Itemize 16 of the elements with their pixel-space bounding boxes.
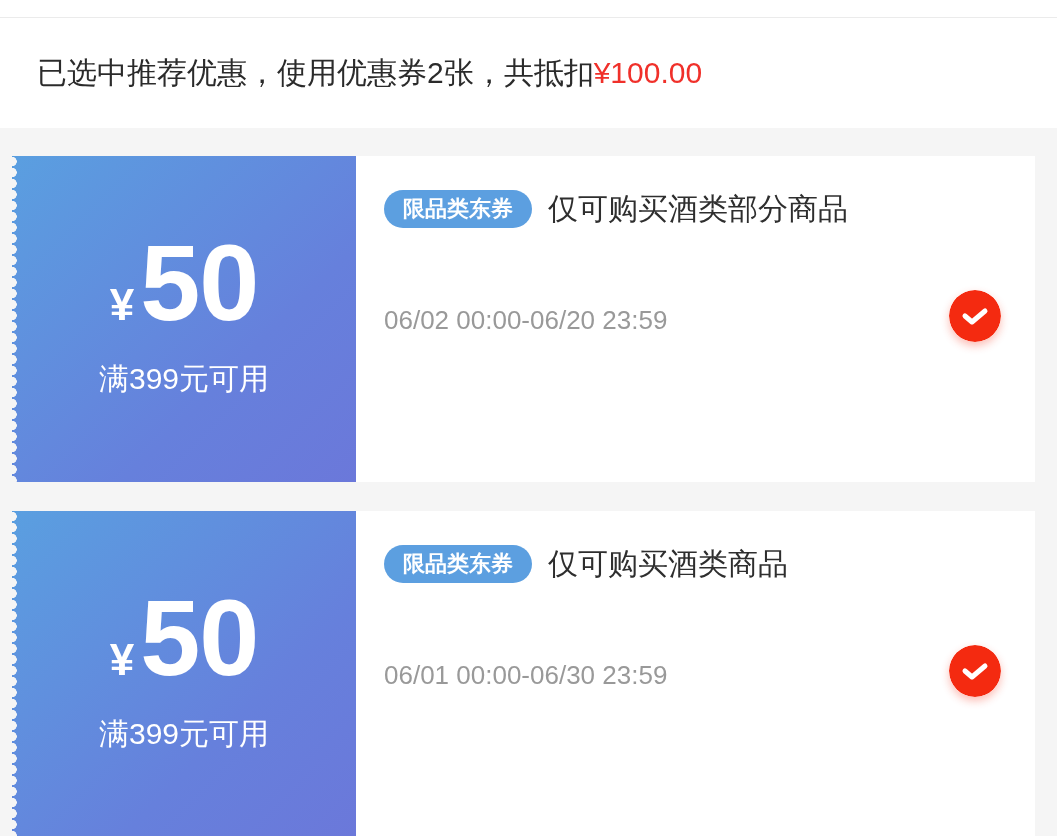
coupon-value: 50 bbox=[140, 229, 259, 337]
currency-symbol: ¥ bbox=[109, 638, 135, 682]
discount-amount: ¥100.00 bbox=[593, 56, 703, 90]
coupon-condition: 满399元可用 bbox=[98, 716, 270, 752]
coupon-condition: 满399元可用 bbox=[98, 361, 270, 397]
summary-text: 已选中推荐优惠，使用优惠券2张，共抵扣 bbox=[37, 54, 594, 91]
currency-symbol: ¥ bbox=[109, 283, 135, 327]
coupon-title: 仅可购买酒类商品 bbox=[548, 545, 788, 582]
validity-period: 06/01 00:00-06/30 23:59 bbox=[384, 660, 669, 690]
category-tag: 限品类东券 bbox=[384, 545, 532, 583]
coupon-value: 50 bbox=[140, 584, 259, 692]
coupon-title: 仅可购买酒类部分商品 bbox=[548, 190, 848, 227]
category-tag: 限品类东券 bbox=[384, 190, 532, 228]
check-icon[interactable] bbox=[949, 290, 1001, 342]
validity-period: 06/02 00:00-06/20 23:59 bbox=[384, 305, 669, 335]
check-icon[interactable] bbox=[949, 645, 1001, 697]
